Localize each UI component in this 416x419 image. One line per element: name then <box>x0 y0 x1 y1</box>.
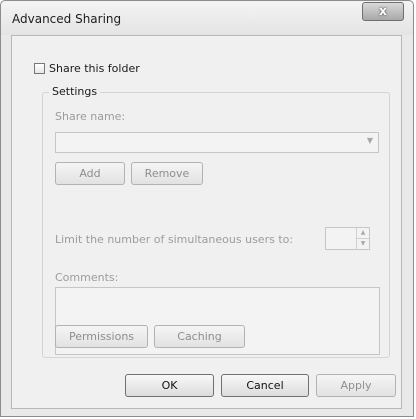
advanced-sharing-dialog: Advanced Sharing x Share this folder Set… <box>0 0 414 417</box>
settings-legend: Settings <box>49 85 101 98</box>
dialog-title: Advanced Sharing <box>12 12 122 26</box>
chevron-down-icon[interactable]: ▼ <box>367 136 373 145</box>
add-button[interactable]: Add <box>55 162 125 185</box>
user-limit-spinner[interactable]: ▲ ▼ <box>325 227 370 250</box>
cancel-button[interactable]: Cancel <box>221 374 309 397</box>
dialog-body: Share this folder Settings Share name: ▼… <box>11 35 402 409</box>
spin-down-icon[interactable]: ▼ <box>357 239 369 249</box>
comments-label: Comments: <box>55 271 119 284</box>
spin-up-icon[interactable]: ▲ <box>357 228 369 239</box>
close-icon: x <box>379 4 387 18</box>
share-name-combo[interactable]: ▼ <box>55 132 379 153</box>
share-folder-label[interactable]: Share this folder <box>49 62 140 75</box>
remove-button[interactable]: Remove <box>131 162 203 185</box>
share-folder-checkbox-row[interactable]: Share this folder <box>34 62 140 75</box>
title-bar: Advanced Sharing x <box>1 1 413 35</box>
close-button[interactable]: x <box>362 2 404 21</box>
permissions-button[interactable]: Permissions <box>55 325 148 348</box>
apply-button[interactable]: Apply <box>316 374 396 397</box>
spinner-buttons: ▲ ▼ <box>356 228 369 249</box>
caching-button[interactable]: Caching <box>154 325 245 348</box>
share-folder-checkbox[interactable] <box>34 63 45 74</box>
settings-group: Settings Share name: ▼ Add Remove Limit … <box>42 85 390 358</box>
limit-users-label: Limit the number of simultaneous users t… <box>55 233 294 246</box>
ok-button[interactable]: OK <box>125 374 214 397</box>
share-name-label: Share name: <box>55 110 126 123</box>
